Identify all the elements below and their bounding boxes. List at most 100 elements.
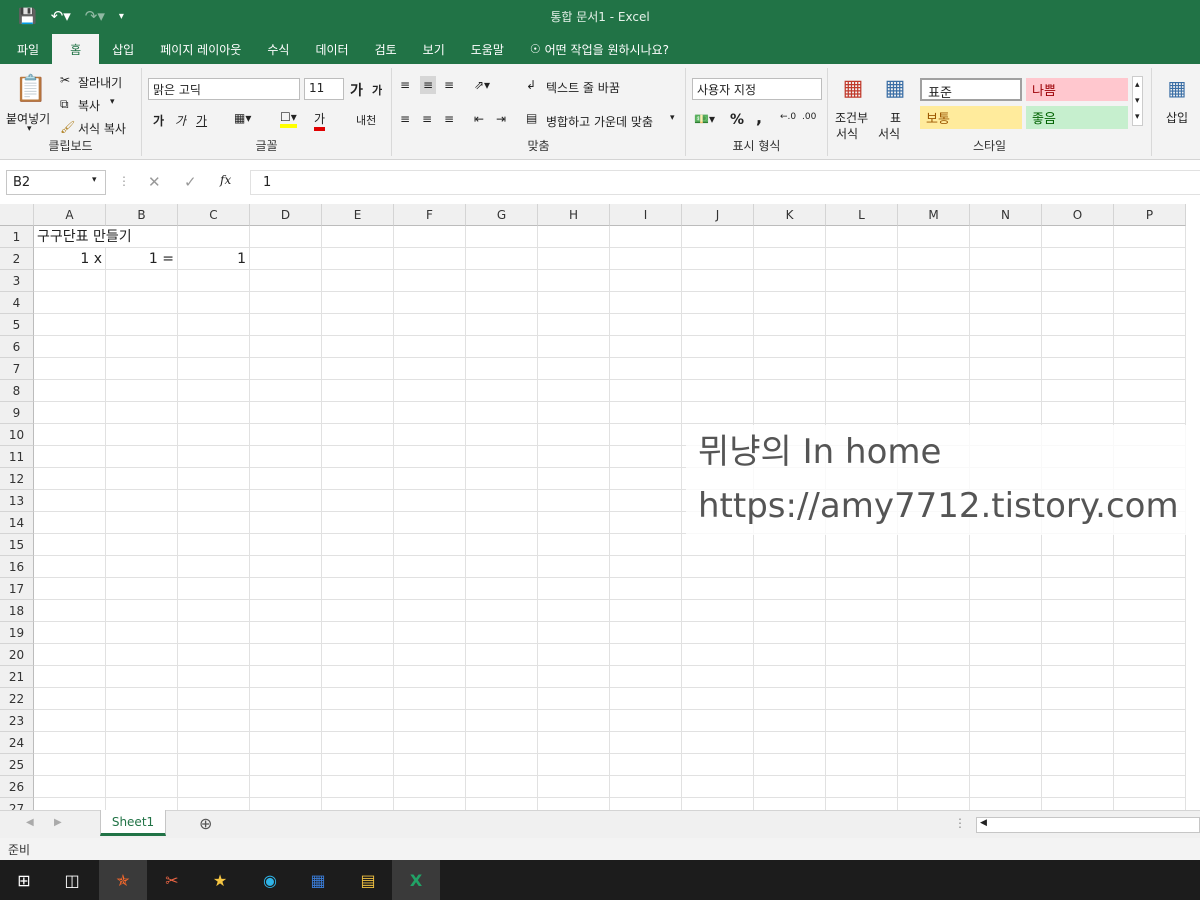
prev-sheet-icon[interactable]: ◀ (26, 817, 34, 828)
cell-J4[interactable] (682, 292, 754, 314)
cell-M15[interactable] (898, 534, 970, 556)
font-name-select[interactable]: 맑은 고딕 (148, 78, 300, 100)
cell-A18[interactable] (34, 600, 106, 622)
cell-G20[interactable] (466, 644, 538, 666)
cell-A24[interactable] (34, 732, 106, 754)
cell-H25[interactable] (538, 754, 610, 776)
cell-A7[interactable] (34, 358, 106, 380)
cell-I1[interactable] (610, 226, 682, 248)
cell-J21[interactable] (682, 666, 754, 688)
tab-file[interactable]: 파일 (0, 34, 52, 64)
cell-N22[interactable] (970, 688, 1042, 710)
row-header-1[interactable]: 1 (0, 226, 34, 248)
cell-D4[interactable] (250, 292, 322, 314)
cell-F20[interactable] (394, 644, 466, 666)
cell-P5[interactable] (1114, 314, 1186, 336)
cell-A5[interactable] (34, 314, 106, 336)
cell-G7[interactable] (466, 358, 538, 380)
cell-H16[interactable] (538, 556, 610, 578)
style-bad[interactable]: 나쁨 (1026, 78, 1128, 101)
cell-O21[interactable] (1042, 666, 1114, 688)
cell-K6[interactable] (754, 336, 826, 358)
cell-E4[interactable] (322, 292, 394, 314)
cell-P19[interactable] (1114, 622, 1186, 644)
cell-C18[interactable] (178, 600, 250, 622)
cell-J18[interactable] (682, 600, 754, 622)
cell-L21[interactable] (826, 666, 898, 688)
cell-G11[interactable] (466, 446, 538, 468)
cell-M20[interactable] (898, 644, 970, 666)
column-header-M[interactable]: M (898, 204, 970, 226)
cell-K8[interactable] (754, 380, 826, 402)
copy-icon[interactable]: ⧉ (60, 97, 69, 112)
cell-K7[interactable] (754, 358, 826, 380)
cell-E5[interactable] (322, 314, 394, 336)
cell-O26[interactable] (1042, 776, 1114, 798)
cell-J15[interactable] (682, 534, 754, 556)
cell-D2[interactable] (250, 248, 322, 270)
cell-E14[interactable] (322, 512, 394, 534)
cell-B5[interactable] (106, 314, 178, 336)
cell-F8[interactable] (394, 380, 466, 402)
cell-A4[interactable] (34, 292, 106, 314)
cell-K21[interactable] (754, 666, 826, 688)
cell-M3[interactable] (898, 270, 970, 292)
row-header-3[interactable]: 3 (0, 270, 34, 292)
cell-A13[interactable] (34, 490, 106, 512)
cell-L24[interactable] (826, 732, 898, 754)
merge-center-icon[interactable]: ▤ (526, 111, 537, 125)
style-neutral[interactable]: 보통 (920, 106, 1022, 129)
cell-E8[interactable] (322, 380, 394, 402)
cell-O23[interactable] (1042, 710, 1114, 732)
cell-E11[interactable] (322, 446, 394, 468)
tab-split-icon[interactable]: ⋮ (954, 816, 966, 830)
cell-I11[interactable] (610, 446, 682, 468)
cell-B17[interactable] (106, 578, 178, 600)
cell-G12[interactable] (466, 468, 538, 490)
cell-K4[interactable] (754, 292, 826, 314)
cell-O27[interactable] (1042, 798, 1114, 810)
cell-J26[interactable] (682, 776, 754, 798)
cell-B6[interactable] (106, 336, 178, 358)
cell-I4[interactable] (610, 292, 682, 314)
cell-B20[interactable] (106, 644, 178, 666)
cell-K27[interactable] (754, 798, 826, 810)
insert-function-button[interactable]: fx (220, 173, 231, 187)
cell-P17[interactable] (1114, 578, 1186, 600)
cell-I5[interactable] (610, 314, 682, 336)
cell-C26[interactable] (178, 776, 250, 798)
tell-me-box[interactable]: ☉ 어떤 작업을 원하시나요? (517, 34, 682, 64)
cell-L6[interactable] (826, 336, 898, 358)
cell-B27[interactable] (106, 798, 178, 810)
merge-center-button[interactable]: 병합하고 가운데 맞춤 (546, 113, 653, 130)
cell-C22[interactable] (178, 688, 250, 710)
cell-H5[interactable] (538, 314, 610, 336)
cell-I10[interactable] (610, 424, 682, 446)
cell-G8[interactable] (466, 380, 538, 402)
tab-view[interactable]: 보기 (410, 34, 458, 64)
phonetic-button[interactable]: 내천 (356, 112, 376, 128)
cell-K24[interactable] (754, 732, 826, 754)
row-header-25[interactable]: 25 (0, 754, 34, 776)
format-painter-icon[interactable]: 🖌 (60, 120, 75, 134)
row-header-10[interactable]: 10 (0, 424, 34, 446)
wrap-text-button[interactable]: 텍스트 줄 바꿈 (546, 79, 620, 96)
cell-L18[interactable] (826, 600, 898, 622)
row-header-15[interactable]: 15 (0, 534, 34, 556)
cell-I22[interactable] (610, 688, 682, 710)
cell-D20[interactable] (250, 644, 322, 666)
cell-E25[interactable] (322, 754, 394, 776)
cell-M21[interactable] (898, 666, 970, 688)
cell-D3[interactable] (250, 270, 322, 292)
cell-A15[interactable] (34, 534, 106, 556)
snipping-tool-icon[interactable]: ✂ (148, 860, 196, 900)
cell-I15[interactable] (610, 534, 682, 556)
cell-N26[interactable] (970, 776, 1042, 798)
cell-C10[interactable] (178, 424, 250, 446)
row-header-20[interactable]: 20 (0, 644, 34, 666)
font-color-button[interactable]: 가 (314, 110, 326, 131)
next-sheet-icon[interactable]: ▶ (54, 817, 62, 828)
cell-D9[interactable] (250, 402, 322, 424)
cell-M6[interactable] (898, 336, 970, 358)
cell-F26[interactable] (394, 776, 466, 798)
